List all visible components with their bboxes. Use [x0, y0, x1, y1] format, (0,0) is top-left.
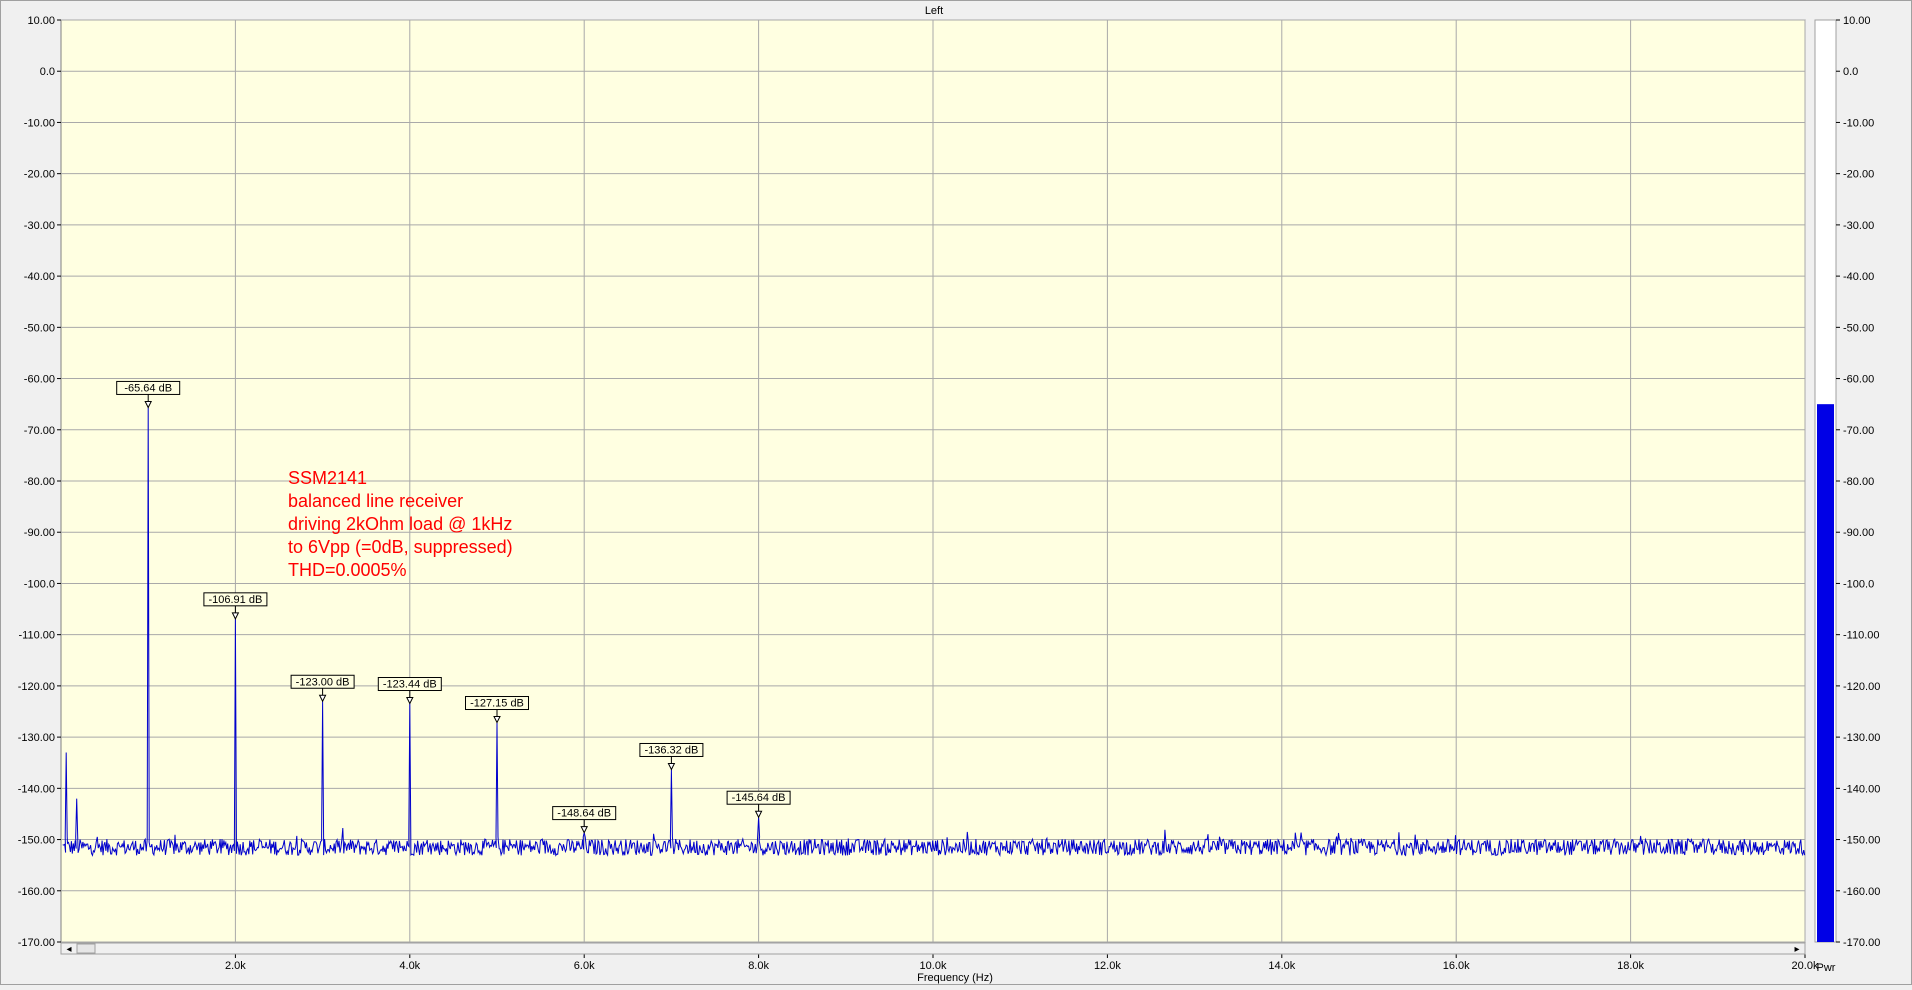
- marker-label: -136.32 dB: [644, 744, 698, 756]
- meter-tick-label: 10.00: [1843, 15, 1871, 27]
- y-tick-label: -130.00: [18, 732, 55, 744]
- x-tick-label: 12.0k: [1094, 960, 1121, 972]
- meter-tick-label: -110.00: [1843, 630, 1880, 642]
- marker-label: -127.15 dB: [470, 698, 524, 710]
- y-tick-label: 10.00: [27, 15, 55, 27]
- meter-tick-label: -30.00: [1843, 220, 1874, 232]
- y-tick-label: -170.00: [18, 937, 55, 949]
- scroll-right-icon[interactable]: ▸: [1794, 944, 1799, 955]
- meter-tick-label: -50.00: [1843, 322, 1874, 334]
- spectrum-analyzer-window: Left 10.00 0.0 -10.00 -20.00 -30.00 -40.00 -50…: [0, 0, 1912, 985]
- y-tick-label: -70.00: [24, 425, 55, 437]
- meter-tick-label: -80.00: [1843, 476, 1874, 488]
- x-tick-label: 2.0k: [225, 960, 246, 972]
- annotation-line-4: to 6Vpp (=0dB, suppressed): [288, 537, 513, 557]
- meter-tick-label: -10.00: [1843, 117, 1874, 129]
- meter-tick-label: -130.00: [1843, 732, 1880, 744]
- y-tick-label: -100.0: [24, 578, 55, 590]
- y-tick-label: -10.00: [24, 117, 55, 129]
- x-tick-label: 8.0k: [748, 960, 769, 972]
- x-axis-label: Frequency (Hz): [917, 972, 993, 984]
- horizontal-scrollbar[interactable]: ◂ ▸: [60, 942, 1806, 955]
- y-tick-label: -80.00: [24, 476, 55, 488]
- x-tick-label: 14.0k: [1268, 960, 1295, 972]
- meter-tick-label: 0.0: [1843, 66, 1858, 78]
- marker-label: -106.91 dB: [208, 594, 262, 606]
- marker-label: -123.44 dB: [383, 679, 437, 691]
- x-tick-label: 18.0k: [1617, 960, 1644, 972]
- y-tick-label: -30.00: [24, 220, 55, 232]
- y-tick-label: -50.00: [24, 322, 55, 334]
- meter-tick-label: -150.00: [1843, 835, 1880, 847]
- marker-label: -145.64 dB: [732, 792, 786, 804]
- annotation-line-1: SSM2141: [288, 468, 367, 488]
- meter-tick-label: -160.00: [1843, 886, 1880, 898]
- y-tick-label: -110.00: [19, 630, 56, 642]
- chart-title: Left: [925, 5, 943, 17]
- x-tick-label: 10.0k: [920, 960, 947, 972]
- annotation-line-5: THD=0.0005%: [288, 560, 407, 580]
- y-tick-label: -20.00: [24, 169, 55, 181]
- meter-tick-label: -20.00: [1843, 169, 1874, 181]
- marker-label: -65.64 dB: [124, 382, 172, 394]
- power-meter-label: Pwr: [1817, 962, 1836, 974]
- meter-tick-label: -120.00: [1843, 681, 1880, 693]
- marker-label: -123.00 dB: [296, 676, 350, 688]
- meter-tick-label: -40.00: [1843, 271, 1874, 283]
- meter-tick-label: -170.00: [1843, 937, 1880, 949]
- meter-tick-label: -140.00: [1843, 783, 1880, 795]
- x-tick-label: 16.0k: [1443, 960, 1470, 972]
- y-tick-label: -160.00: [18, 886, 55, 898]
- meter-tick-label: -60.00: [1843, 374, 1874, 386]
- power-meter-bar: [1817, 404, 1834, 943]
- spectrum-chart: Left 10.00 0.0 -10.00 -20.00 -30.00 -40.00 -50…: [0, 0, 1912, 985]
- scroll-left-icon[interactable]: ◂: [66, 944, 71, 955]
- y-tick-label: -150.00: [18, 835, 55, 847]
- y-tick-label: -90.00: [24, 527, 55, 539]
- annotation-line-3: driving 2kOhm load @ 1kHz: [288, 514, 512, 534]
- x-tick-label: 6.0k: [574, 960, 595, 972]
- meter-tick-label: -90.00: [1843, 527, 1874, 539]
- y-tick-label: -60.00: [24, 374, 55, 386]
- meter-tick-label: -100.0: [1843, 578, 1874, 590]
- y-tick-label: 0.0: [40, 66, 55, 78]
- x-tick-label: 4.0k: [399, 960, 420, 972]
- scrollbar-thumb[interactable]: [76, 943, 96, 954]
- marker-label: -148.64 dB: [557, 808, 611, 820]
- x-tick-label: 20.0k: [1792, 960, 1819, 972]
- y-tick-label: -140.00: [18, 783, 55, 795]
- annotation-line-2: balanced line receiver: [288, 491, 463, 511]
- y-tick-label: -40.00: [24, 271, 55, 283]
- meter-tick-label: -70.00: [1843, 425, 1874, 437]
- y-tick-label: -120.00: [18, 681, 55, 693]
